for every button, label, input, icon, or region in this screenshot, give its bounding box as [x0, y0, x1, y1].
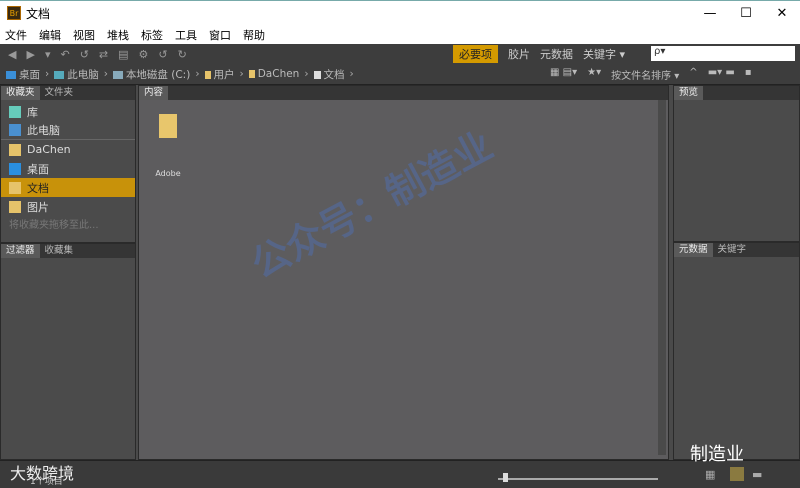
filter-panel: 过滤器 收藏集: [0, 243, 136, 460]
title-bar: Br 文档 — ☐ ✕: [0, 0, 800, 25]
watermark-logo: 大数跨境: [10, 464, 75, 483]
content-panel: 内容 Adobe: [138, 85, 669, 460]
new-folder-icon[interactable]: ▬▾ ▬: [708, 67, 735, 82]
library-icon: [9, 105, 21, 118]
rotate-icon[interactable]: ↺: [80, 48, 89, 61]
favorites-hint: 将收藏夹拖移至此...: [9, 219, 99, 231]
tab-keywords[interactable]: 关键字: [713, 243, 752, 257]
favorite-documents[interactable]: 文档: [1, 178, 135, 197]
favorite-this-pc[interactable]: 此电脑: [1, 121, 135, 140]
workspace-essentials[interactable]: 必要项: [453, 45, 498, 63]
rotate-right-icon[interactable]: ↻: [178, 48, 187, 61]
path-users[interactable]: 用户: [204, 67, 235, 82]
folder-icon: [159, 114, 177, 138]
quality-icon[interactable]: ▦ ▤▾: [550, 67, 577, 82]
menu-stack[interactable]: 堆栈: [107, 27, 129, 43]
tab-filter[interactable]: 过滤器: [1, 244, 40, 258]
tab-metadata[interactable]: 元数据: [674, 243, 713, 257]
pictures-icon: [9, 200, 21, 213]
status-bar: 1个项目 ▦ ▬: [0, 460, 800, 488]
list-view-icon[interactable]: ▬: [752, 468, 762, 481]
tab-folders[interactable]: 文件夹: [40, 86, 79, 100]
favorite-desktop[interactable]: 桌面: [1, 159, 135, 178]
tab-preview[interactable]: 预览: [674, 86, 704, 100]
grid-view-icon[interactable]: ▦: [705, 468, 715, 481]
delete-icon[interactable]: ▪: [745, 67, 752, 82]
menu-file[interactable]: 文件: [5, 27, 27, 43]
path-documents[interactable]: 文档: [313, 67, 345, 82]
search-input[interactable]: ρ▾: [651, 46, 795, 61]
favorite-pictures[interactable]: 图片: [1, 197, 135, 216]
thumbnail-size-slider[interactable]: [498, 478, 658, 480]
watermark-wechat: 制造业: [690, 444, 744, 465]
thumbnail-view-icon[interactable]: [730, 467, 744, 481]
tab-collections[interactable]: 收藏集: [40, 244, 79, 258]
forward-icon[interactable]: ▶: [26, 48, 34, 61]
maximize-button[interactable]: ☐: [728, 6, 764, 21]
slider-handle[interactable]: [503, 473, 508, 482]
desktop-icon: [9, 162, 21, 175]
menu-edit[interactable]: 编辑: [39, 27, 61, 43]
metadata-panel: 元数据 关键字: [673, 242, 800, 460]
app-logo: Br: [7, 6, 21, 20]
menu-help[interactable]: 帮助: [243, 27, 265, 43]
star-filter-icon[interactable]: ★▾: [587, 67, 601, 82]
favorites-panel: 收藏夹 文件夹 库 此电脑 DaChen 桌面 文档 图片 将收藏夹拖移至此..…: [0, 85, 136, 243]
folder-icon: [9, 143, 21, 156]
refine-icon[interactable]: ▤: [118, 48, 128, 61]
tab-favorites[interactable]: 收藏夹: [1, 86, 40, 100]
computer-icon: [9, 124, 21, 136]
favorite-library[interactable]: 库: [1, 102, 135, 121]
tab-content[interactable]: 内容: [139, 86, 169, 100]
workspace-metadata[interactable]: 元数据: [540, 46, 573, 62]
folder-item-adobe[interactable]: Adobe: [153, 114, 183, 178]
view-controls: ▦ ▤▾ ★▾ 按文件名排序 ▾ ^ ▬▾ ▬ ▪: [550, 67, 752, 82]
rotate-left-icon[interactable]: ↺: [158, 48, 167, 61]
favorite-dachen[interactable]: DaChen: [1, 140, 135, 159]
workspace-switcher: 必要项 胶片 元数据 关键字 ▾: [453, 45, 625, 63]
menu-view[interactable]: 视图: [73, 27, 95, 43]
sort-ascending-icon[interactable]: ^: [689, 67, 697, 82]
close-button[interactable]: ✕: [764, 6, 800, 21]
preview-panel: 预览: [673, 85, 800, 242]
history-dropdown-icon[interactable]: ▾: [45, 48, 51, 61]
minimize-button[interactable]: —: [692, 6, 728, 21]
sort-dropdown[interactable]: 按文件名排序 ▾: [611, 67, 679, 82]
camera-icon[interactable]: ⇄: [99, 48, 108, 61]
path-dachen[interactable]: DaChen: [248, 68, 299, 80]
documents-icon: [9, 181, 21, 194]
path-desktop[interactable]: 桌面: [6, 67, 40, 82]
menu-tools[interactable]: 工具: [175, 27, 197, 43]
workspace-keywords[interactable]: 关键字 ▾: [583, 46, 625, 62]
menu-bar: 文件 编辑 视图 堆栈 标签 工具 窗口 帮助: [0, 25, 800, 44]
window-title: 文档: [26, 6, 51, 21]
menu-label[interactable]: 标签: [141, 27, 163, 43]
menu-window[interactable]: 窗口: [209, 27, 231, 43]
back-icon[interactable]: ◀: [8, 48, 16, 61]
path-local-disk[interactable]: 本地磁盘 (C:): [112, 67, 190, 82]
workspace-filmstrip[interactable]: 胶片: [508, 46, 530, 62]
content-scrollbar[interactable]: [658, 100, 666, 455]
boomerang-icon[interactable]: ↶: [60, 48, 69, 61]
path-this-pc[interactable]: 此电脑: [54, 67, 99, 82]
open-icon[interactable]: ⚙: [139, 48, 149, 61]
